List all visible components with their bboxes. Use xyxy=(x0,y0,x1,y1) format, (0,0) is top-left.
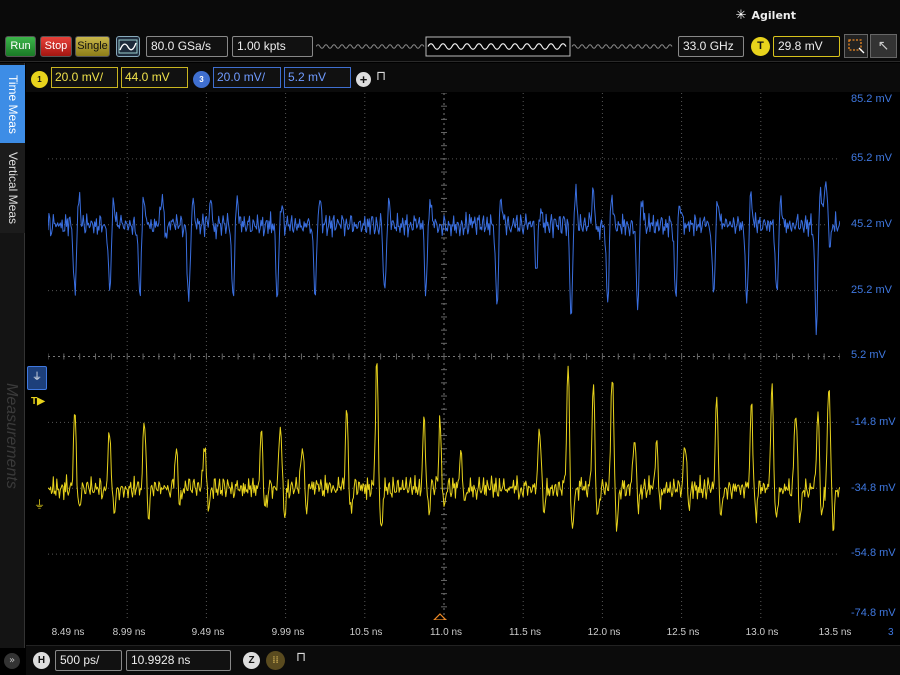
pin-icon[interactable]: ⊓ xyxy=(376,69,386,84)
memory-depth-field[interactable]: 1.00 kpts xyxy=(232,36,313,57)
tab-time-meas[interactable]: Time Meas xyxy=(0,65,25,143)
brand-logo: ✳ Agilent xyxy=(736,8,796,23)
y-tick-label: 45.2 mV xyxy=(851,218,892,230)
tab-vertical-meas[interactable]: Vertical Meas xyxy=(0,143,25,233)
timebase-scale-field[interactable]: 500 ps/ xyxy=(55,650,122,671)
pointer-tool[interactable]: ↖ xyxy=(870,34,897,58)
pointer-icon: ↖ xyxy=(877,38,890,54)
agilent-spark-icon: ✳ xyxy=(735,8,747,23)
x-tick-label: 9.49 ns xyxy=(191,627,225,638)
channel-1-badge[interactable]: 1 xyxy=(31,71,48,88)
y-tick-label: 65.2 mV xyxy=(851,152,892,164)
left-sidebar: Time Meas Vertical Meas Measurements xyxy=(0,63,25,648)
x-tick-label: 12.0 ns xyxy=(587,627,621,638)
x-tick-label: 9.99 ns xyxy=(271,627,305,638)
autoscale-icon xyxy=(118,39,138,54)
run-button[interactable]: Run xyxy=(5,36,36,57)
x-tick-label: 10.5 ns xyxy=(349,627,383,638)
y-tick-label: -14.8 mV xyxy=(851,416,896,428)
ground-icon: ⏚ xyxy=(34,498,45,511)
channel-3-scale-field[interactable]: 20.0 mV/ xyxy=(213,67,281,88)
x-tick-label: 13.5 ns xyxy=(818,627,852,638)
channel-3-badge[interactable]: 3 xyxy=(193,71,210,88)
x-tick-label: 11.5 ns xyxy=(508,627,542,638)
channel-1-ground-marker[interactable]: ⏚ xyxy=(34,496,45,512)
trigger-level-field[interactable]: 29.8 mV xyxy=(773,36,840,57)
horizontal-badge[interactable]: H xyxy=(33,652,50,669)
bandwidth-field[interactable]: 33.0 GHz xyxy=(678,36,744,57)
add-channel-button[interactable]: + xyxy=(356,72,371,87)
waveform-overview[interactable] xyxy=(316,36,676,57)
channel-bar: 1 20.0 mV/ 44.0 mV 3 20.0 mV/ 5.2 mV + ⊓ xyxy=(26,63,900,92)
zoom-button[interactable]: Z xyxy=(243,652,260,669)
channel-1-scale-field[interactable]: 20.0 mV/ xyxy=(51,67,118,88)
channel-3-ground-marker[interactable]: ⏚ xyxy=(27,366,47,390)
y-tick-label: 85.2 mV xyxy=(851,93,892,105)
y-tick-label: 25.2 mV xyxy=(851,284,892,296)
ground-icon: ⏚ xyxy=(32,372,42,383)
double-chevron-right-icon: » xyxy=(8,655,16,666)
waveform-display[interactable] xyxy=(48,93,840,620)
cursor-box-tool[interactable] xyxy=(844,34,868,58)
top-toolbar: ✳ Agilent Run Stop Single 80.0 GSa/s 1.00… xyxy=(0,0,900,62)
trigger-badge[interactable]: T xyxy=(751,37,770,56)
measurements-panel-label: Measurements xyxy=(3,383,20,489)
y-tick-label: -54.8 mV xyxy=(851,547,896,559)
channel-3-axis-indicator: 3 xyxy=(888,627,894,638)
brand-name: Agilent xyxy=(751,9,796,22)
y-tick-label: -74.8 mV xyxy=(851,607,896,619)
single-button[interactable]: Single xyxy=(75,36,110,57)
stop-button[interactable]: Stop xyxy=(40,36,72,57)
timebase-bar: H 500 ps/ 10.9928 ns Z ⁞⁞ ⊓ xyxy=(26,645,900,675)
y-tick-label: 5.2 mV xyxy=(851,349,886,361)
x-tick-label: 13.0 ns xyxy=(745,627,779,638)
sample-rate-field[interactable]: 80.0 GSa/s xyxy=(146,36,228,57)
x-tick-label: 8.99 ns xyxy=(112,627,146,638)
y-tick-label: -34.8 mV xyxy=(851,482,896,494)
zoom-knob-icon[interactable]: ⁞⁞ xyxy=(266,651,285,670)
channel-3-offset-field[interactable]: 5.2 mV xyxy=(284,67,351,88)
marquee-icon xyxy=(848,39,865,54)
pin-icon[interactable]: ⊓ xyxy=(296,650,306,665)
plus-icon: + xyxy=(359,72,368,87)
time-delay-field[interactable]: 10.9928 ns xyxy=(126,650,231,671)
expand-sidebar-button[interactable]: » xyxy=(4,653,20,669)
trigger-level-marker[interactable]: T▶ xyxy=(31,396,45,407)
autoscale-button[interactable] xyxy=(116,36,140,57)
channel-1-offset-field[interactable]: 44.0 mV xyxy=(121,67,188,88)
x-tick-label: 8.49 ns xyxy=(51,627,85,638)
x-tick-label: 12.5 ns xyxy=(666,627,700,638)
x-tick-label: 11.0 ns xyxy=(429,627,463,638)
